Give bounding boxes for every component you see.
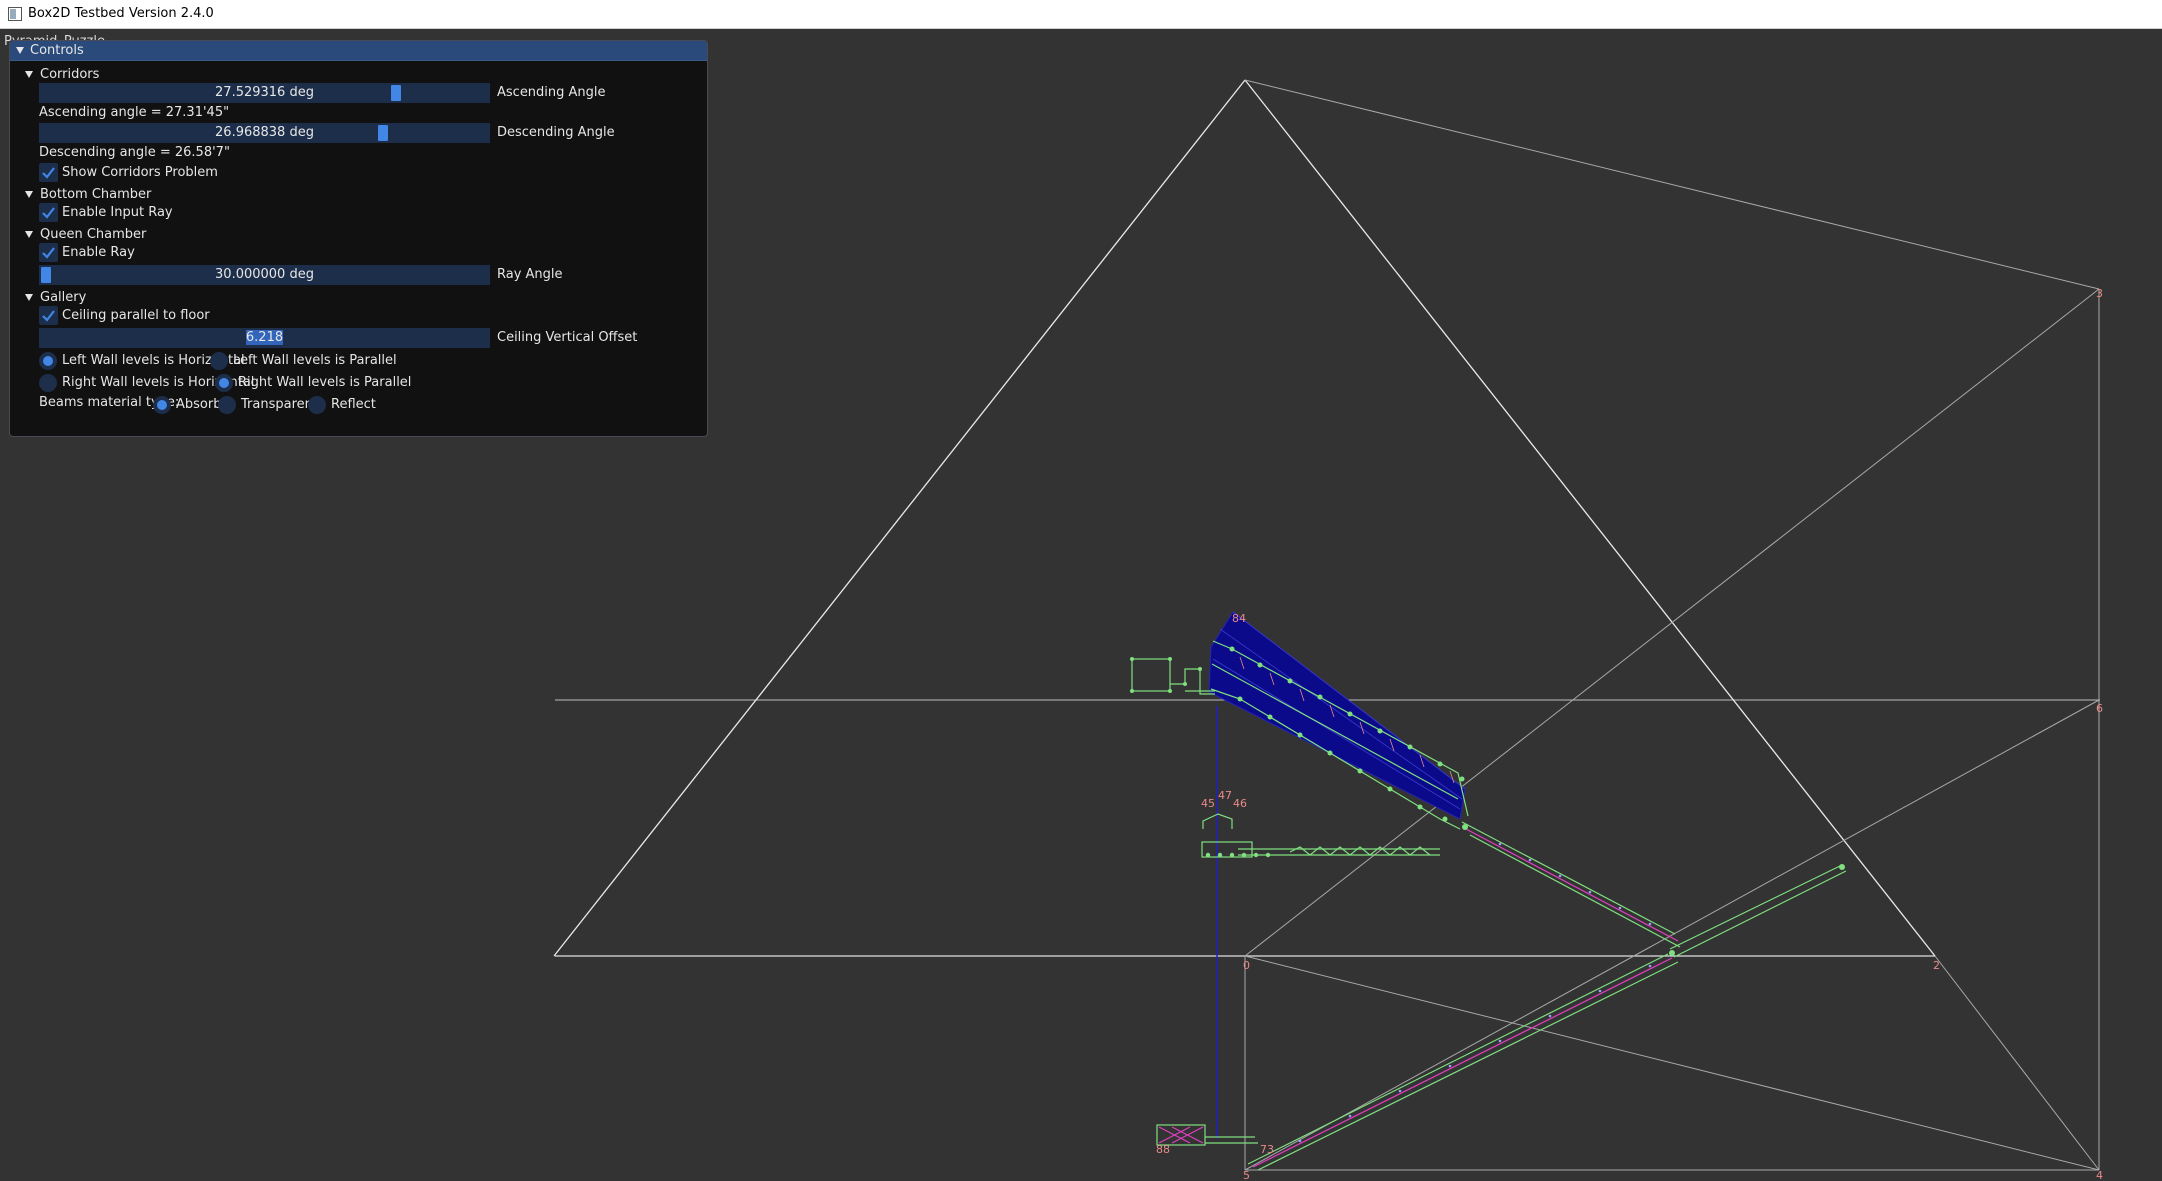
right-wall-horizontal-radio[interactable] bbox=[39, 374, 57, 392]
tree-arrow-icon bbox=[25, 71, 33, 78]
ray-endpoint-marker bbox=[1839, 864, 1845, 870]
enable-ray-checkbox[interactable] bbox=[39, 243, 58, 262]
ascending-corridor bbox=[1247, 953, 1679, 1171]
queen-chamber bbox=[1201, 813, 1440, 858]
bottom-chamber-hatch bbox=[1158, 1126, 1204, 1144]
beams-absorb-radio[interactable] bbox=[153, 396, 171, 414]
controls-panel[interactable]: Controls Corridors 27.529316 deg Ascendi… bbox=[9, 40, 708, 437]
ceiling-parallel-checkbox[interactable] bbox=[39, 306, 58, 325]
ascending-angle-label: Ascending Angle bbox=[497, 85, 606, 100]
input-value: 6.218 bbox=[39, 330, 490, 345]
perspective-line-0-4 bbox=[1244, 955, 2100, 1171]
ascending-angle-slider[interactable]: 27.529316 deg bbox=[39, 83, 490, 103]
checkmark-icon bbox=[42, 207, 55, 219]
beams-transparent-label: Transparent bbox=[241, 397, 318, 412]
descending-angle-slider[interactable]: 26.968838 deg bbox=[39, 123, 490, 143]
beams-reflect-label: Reflect bbox=[331, 397, 376, 412]
tree-arrow-icon bbox=[25, 231, 33, 238]
beams-absorb-label: Absorb bbox=[176, 397, 222, 412]
left-wall-parallel-label: Left Wall levels is Parallel bbox=[233, 353, 397, 368]
window-title-bar[interactable]: Box2D Testbed Version 2.4.0 bbox=[0, 0, 2162, 29]
checkmark-icon bbox=[42, 310, 55, 322]
tree-node-gallery[interactable]: Gallery bbox=[25, 288, 325, 308]
perspective-line-apex-3 bbox=[1244, 79, 2100, 290]
vertex-label-84: 84 bbox=[1232, 612, 1246, 625]
pyramid-right-edge bbox=[1244, 79, 1936, 957]
bottom-passage bbox=[1205, 1136, 1258, 1144]
tree-node-label: Queen Chamber bbox=[40, 227, 147, 242]
tree-node-queen-chamber[interactable]: Queen Chamber bbox=[25, 225, 325, 245]
left-wall-parallel-radio[interactable] bbox=[210, 352, 228, 370]
vertex-label-73: 73 bbox=[1260, 1143, 1274, 1156]
ceiling-parallel-label: Ceiling parallel to floor bbox=[62, 308, 210, 323]
window-title: Box2D Testbed Version 2.4.0 bbox=[28, 6, 214, 21]
vertex-label-46: 46 bbox=[1233, 797, 1247, 810]
vertex-label-45: 45 bbox=[1201, 797, 1215, 810]
input-text: 6.218 bbox=[245, 330, 284, 345]
enable-ray-label: Enable Ray bbox=[62, 245, 135, 260]
perspective-line-2-4 bbox=[1934, 955, 2100, 1171]
ascending-angle-text: Ascending angle = 27.31'45" bbox=[39, 105, 230, 120]
descending-corridor bbox=[1461, 821, 1681, 948]
vertex-label-5: 5 bbox=[1243, 1169, 1250, 1181]
ray-angle-label: Ray Angle bbox=[497, 267, 563, 282]
show-corridors-problem-checkbox[interactable] bbox=[39, 163, 58, 182]
ceiling-offset-label: Ceiling Vertical Offset bbox=[497, 330, 638, 345]
queen-chamber-ray bbox=[1669, 864, 1847, 958]
descending-corridor-points bbox=[1498, 842, 1652, 926]
tree-node-label: Gallery bbox=[40, 290, 87, 305]
vertex-label-6: 6 bbox=[2096, 702, 2103, 715]
vertex-label-4: 4 bbox=[2096, 1169, 2103, 1181]
right-wall-parallel-label: Right Wall levels is Parallel bbox=[238, 375, 412, 390]
gallery-beam-fill bbox=[1208, 611, 1466, 820]
descending-angle-text: Descending angle = 26.58'7" bbox=[39, 145, 230, 160]
tree-node-label: Corridors bbox=[40, 67, 100, 82]
beams-transparent-radio[interactable] bbox=[218, 396, 236, 414]
vertex-label-2: 2 bbox=[1933, 959, 1940, 972]
beams-reflect-radio[interactable] bbox=[308, 396, 326, 414]
bottom-chamber bbox=[1156, 1124, 1206, 1146]
checkmark-icon bbox=[42, 167, 55, 179]
king-chamber-markers bbox=[1130, 657, 1202, 693]
tree-arrow-icon bbox=[25, 294, 33, 301]
tree-node-label: Bottom Chamber bbox=[40, 187, 152, 202]
controls-panel-header[interactable]: Controls bbox=[10, 41, 707, 61]
perspective-line-0-3 bbox=[1244, 288, 2100, 957]
tree-arrow-icon bbox=[25, 191, 33, 198]
slider-value: 27.529316 deg bbox=[215, 85, 314, 100]
slider-value: 30.000000 deg bbox=[215, 267, 314, 282]
slider-value: 26.968838 deg bbox=[215, 125, 314, 140]
checkmark-icon bbox=[42, 247, 55, 259]
enable-input-ray-checkbox[interactable] bbox=[39, 203, 58, 222]
ceiling-offset-input[interactable]: 6.218 bbox=[39, 328, 490, 348]
controls-panel-title: Controls bbox=[30, 43, 84, 58]
descending-angle-label: Descending Angle bbox=[497, 125, 615, 140]
collapse-arrow-icon[interactable] bbox=[16, 47, 24, 54]
king-chamber bbox=[1131, 658, 1215, 695]
ray-angle-slider[interactable]: 30.000000 deg bbox=[39, 265, 490, 285]
right-wall-parallel-radio[interactable] bbox=[215, 374, 233, 392]
app-window-icon bbox=[8, 7, 22, 21]
enable-input-ray-label: Enable Input Ray bbox=[62, 205, 173, 220]
vertex-label-47: 47 bbox=[1218, 789, 1232, 802]
vertex-label-3: 3 bbox=[2096, 287, 2103, 300]
vertex-label-0: 0 bbox=[1243, 959, 1250, 972]
vertex-label-88: 88 bbox=[1156, 1143, 1170, 1156]
tree-node-bottom-chamber[interactable]: Bottom Chamber bbox=[25, 185, 325, 205]
tree-node-corridors[interactable]: Corridors bbox=[25, 65, 325, 85]
show-corridors-problem-label: Show Corridors Problem bbox=[62, 165, 218, 180]
left-wall-horizontal-radio[interactable] bbox=[39, 352, 57, 370]
ascending-corridor-points bbox=[1298, 964, 1652, 1143]
